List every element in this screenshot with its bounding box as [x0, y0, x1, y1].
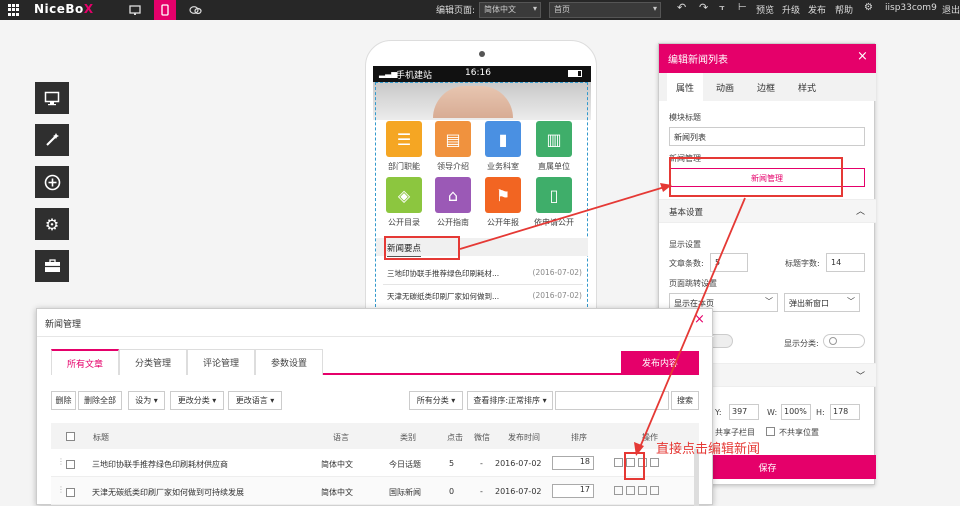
- annotation-text: 直接点击编辑新闻: [656, 442, 761, 457]
- annotation-arrows: [459, 183, 746, 456]
